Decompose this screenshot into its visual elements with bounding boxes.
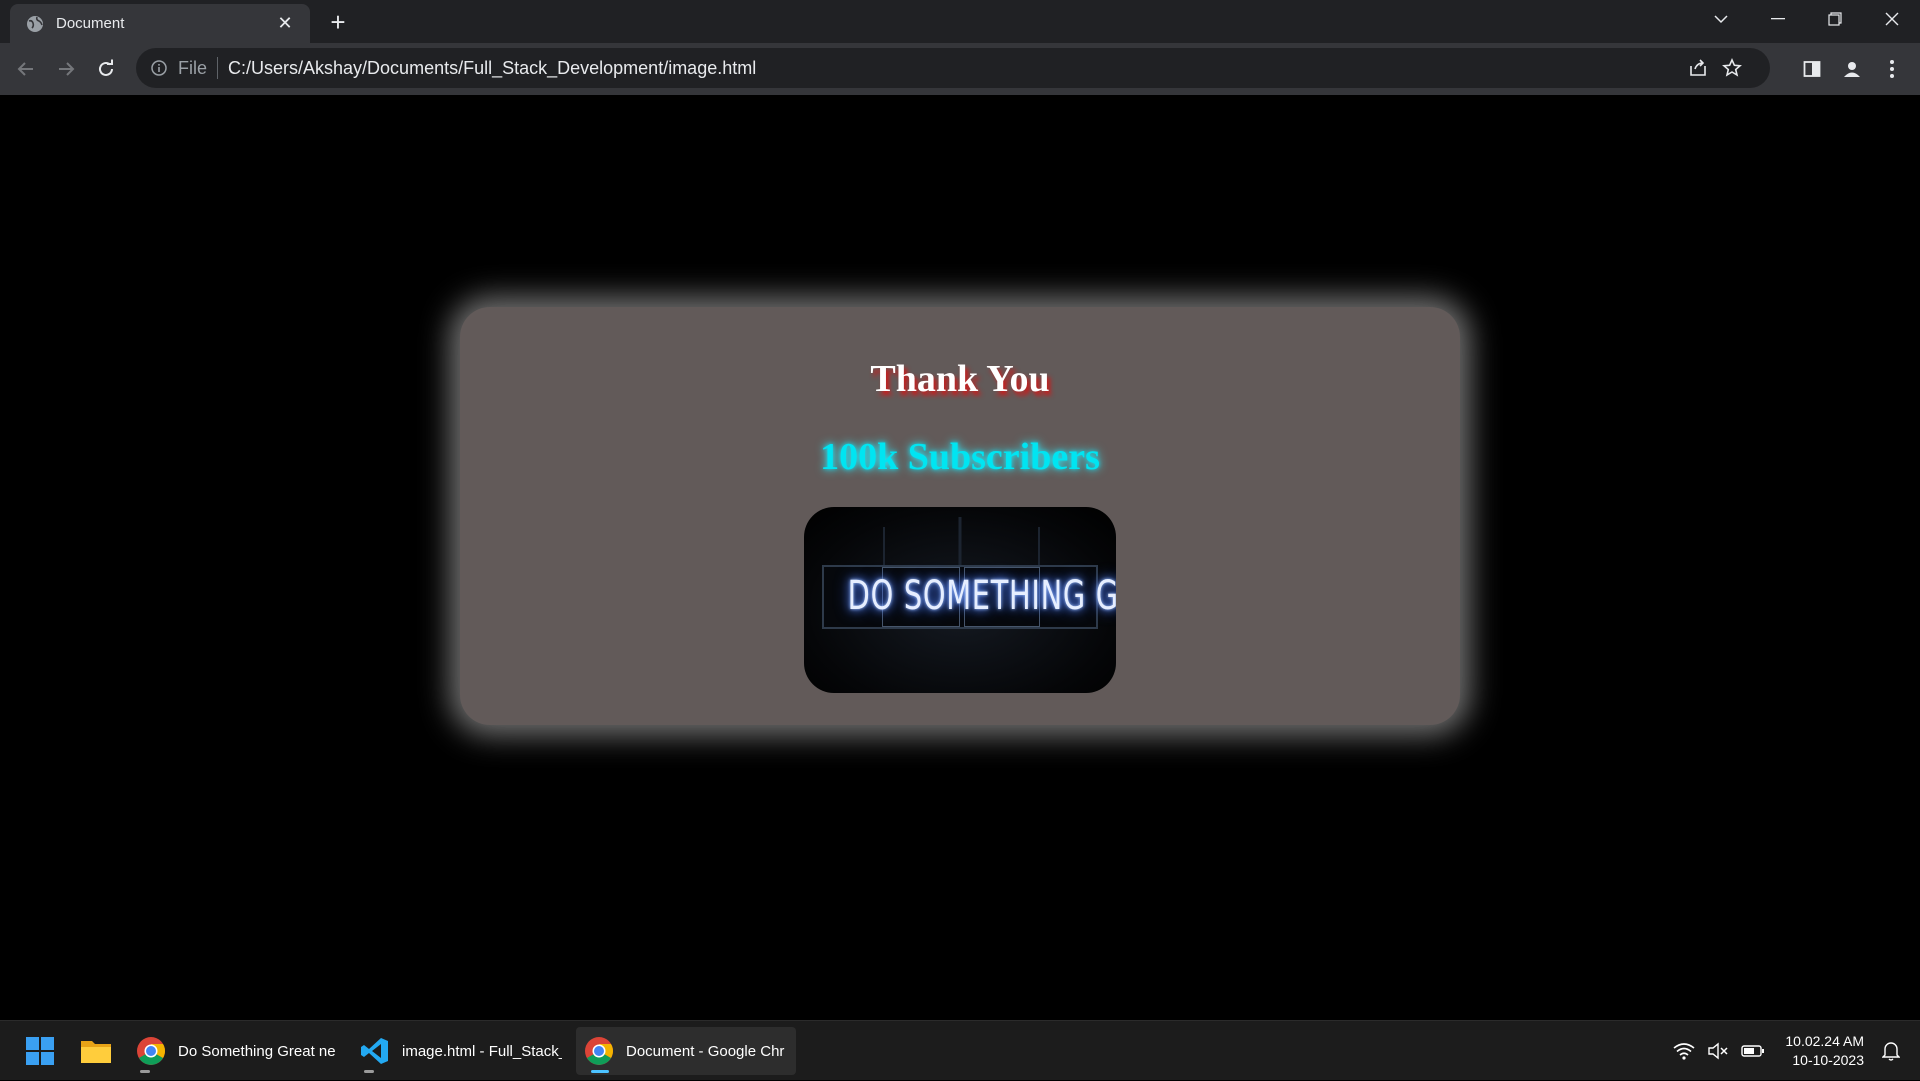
clock-time: 10.02.24 AM <box>1785 1033 1864 1049</box>
close-tab-icon[interactable]: ✕ <box>274 13 296 35</box>
clock-date: 10-10-2023 <box>1792 1052 1864 1068</box>
bookmark-star-icon[interactable] <box>1722 58 1742 78</box>
globe-icon <box>27 15 43 32</box>
page-title: Thank You <box>870 358 1050 400</box>
scheme-label: File <box>178 57 219 79</box>
browser-titlebar: Document ✕ + <box>0 0 1920 43</box>
vscode-icon <box>361 1038 388 1064</box>
volume-muted-icon[interactable] <box>1707 1042 1729 1060</box>
file-explorer-button[interactable] <box>72 1027 120 1075</box>
running-indicator <box>140 1070 150 1073</box>
share-icon[interactable] <box>1688 58 1708 78</box>
taskbar-item-chrome-2[interactable]: Document - Google Chr <box>576 1027 796 1075</box>
start-button[interactable] <box>16 1027 64 1075</box>
notification-bell-icon[interactable] <box>1882 1041 1900 1061</box>
page-viewport: Thank You 100k Subscribers DO SOMETHING … <box>0 95 1920 1020</box>
reload-icon[interactable] <box>86 49 126 89</box>
window-controls <box>1692 0 1920 38</box>
restore-icon[interactable] <box>1806 0 1863 38</box>
new-tab-button[interactable]: + <box>324 7 352 37</box>
windows-logo-icon <box>26 1037 54 1065</box>
minimize-icon[interactable] <box>1749 0 1806 38</box>
neon-sign-text: DO SOMETHING GREAT <box>847 573 1116 619</box>
neon-sign-image: DO SOMETHING GREAT <box>804 507 1116 693</box>
taskbar-item-label: Do Something Great ne <box>178 1042 336 1060</box>
menu-kebab-icon[interactable] <box>1872 49 1912 89</box>
back-icon[interactable] <box>6 49 46 89</box>
forward-icon[interactable] <box>46 49 86 89</box>
chrome-icon <box>585 1037 613 1065</box>
system-tray: 10.02.24 AM 10-10-2023 <box>1673 1021 1920 1081</box>
windows-taskbar: Do Something Great ne image.html - Full_… <box>0 1020 1920 1080</box>
address-bar[interactable]: File C:/Users/Akshay/Documents/Full_Stac… <box>136 48 1770 88</box>
taskbar-item-chrome-1[interactable]: Do Something Great ne <box>128 1027 348 1075</box>
folder-icon <box>81 1041 111 1063</box>
taskbar-clock[interactable]: 10.02.24 AM 10-10-2023 <box>1785 1032 1864 1070</box>
tab-document[interactable]: Document ✕ <box>10 4 310 43</box>
profile-icon[interactable] <box>1832 49 1872 89</box>
browser-toolbar: File C:/Users/Akshay/Documents/Full_Stac… <box>0 43 1920 95</box>
url-text[interactable]: C:/Users/Akshay/Documents/Full_Stack_Dev… <box>228 58 756 79</box>
taskbar-item-label: image.html - Full_Stack_ <box>402 1042 562 1060</box>
side-panel-icon[interactable] <box>1792 49 1832 89</box>
toolbar-right-actions <box>1792 49 1912 89</box>
close-window-icon[interactable] <box>1863 0 1920 38</box>
chrome-icon <box>137 1037 165 1065</box>
running-indicator <box>364 1070 374 1073</box>
taskbar-item-label: Document - Google Chr <box>626 1042 785 1060</box>
tab-search-icon[interactable] <box>1692 0 1749 38</box>
subscribers-heading: 100k Subscribers <box>820 436 1100 478</box>
active-indicator <box>591 1070 609 1073</box>
tab-title: Document <box>56 15 125 32</box>
wifi-icon[interactable] <box>1673 1042 1695 1060</box>
battery-icon[interactable] <box>1741 1043 1765 1059</box>
thank-you-card: Thank You 100k Subscribers DO SOMETHING … <box>460 307 1460 725</box>
info-icon[interactable] <box>150 59 168 77</box>
taskbar-item-vscode[interactable]: image.html - Full_Stack_ <box>352 1027 572 1075</box>
